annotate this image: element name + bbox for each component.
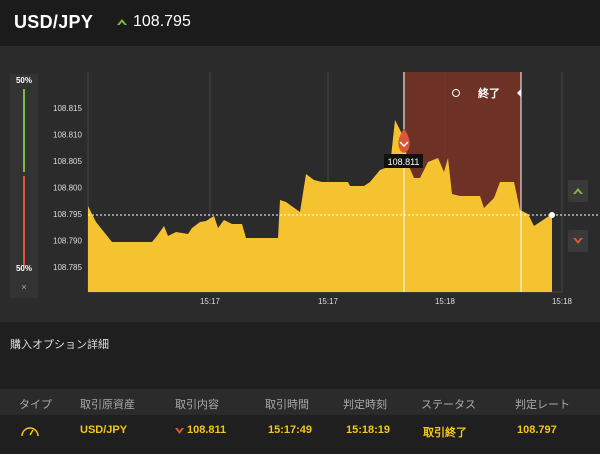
x-tick-label: 15:18	[435, 297, 456, 306]
x-tick-label: 15:18	[552, 297, 573, 306]
down-arrow-icon	[175, 428, 184, 434]
up-arrow-icon	[117, 19, 127, 25]
currency-pair: USD/JPY	[14, 12, 94, 32]
y-tick-label: 108.795	[53, 210, 82, 219]
call-button[interactable]	[568, 180, 588, 202]
up-arrow-icon	[573, 188, 583, 194]
y-tick-label: 108.785	[53, 263, 82, 272]
col-asset: 取引原資産	[80, 399, 135, 411]
row-asset: USD/JPY	[80, 424, 128, 436]
y-tick-label: 108.800	[53, 184, 82, 193]
col-type: タイプ	[19, 399, 52, 411]
header: USD/JPY 108.795	[0, 0, 600, 46]
y-tick-label: 108.815	[53, 104, 82, 113]
down-arrow-icon	[573, 238, 583, 244]
row-status: 取引終了	[423, 427, 467, 439]
price-chart: 終了 108.811 108.815 108.810 108.805 108.800 1…	[53, 72, 600, 306]
y-tick-label: 108.810	[53, 131, 82, 140]
row-time: 15:17:49	[268, 424, 313, 436]
col-rate: 判定レート	[515, 399, 570, 411]
y-tick-label: 108.805	[53, 157, 82, 166]
entry-price-label: 108.811	[388, 157, 420, 167]
row-content: 108.811	[187, 424, 227, 436]
chart-area: 50% 50% × 終了 108.811 108.815 108.810 108…	[0, 46, 600, 322]
expiry-label: 終了	[478, 86, 500, 100]
current-point	[549, 212, 555, 218]
section-title: 購入オプション詳細	[10, 339, 109, 351]
x-tick-label: 15:17	[200, 297, 221, 306]
col-judge: 判定時刻	[343, 399, 387, 411]
col-time: 取引時間	[265, 399, 309, 411]
table-header: タイプ 取引原資産 取引内容 取引時間 判定時刻 ステータス 判定レート	[0, 389, 600, 415]
row-judge: 15:18:19	[346, 424, 391, 436]
col-content: 取引内容	[175, 399, 219, 411]
put-button[interactable]	[568, 230, 588, 252]
col-status: ステータス	[421, 399, 476, 411]
speedometer-icon	[21, 427, 39, 437]
table-row[interactable]: USD/JPY 108.811 15:17:49 15:18:19 取引終了 1…	[0, 415, 600, 447]
row-rate: 108.797	[517, 424, 557, 436]
y-tick-label: 108.790	[53, 237, 82, 246]
x-tick-label: 15:17	[318, 297, 339, 306]
current-rate: 108.795	[133, 13, 191, 30]
